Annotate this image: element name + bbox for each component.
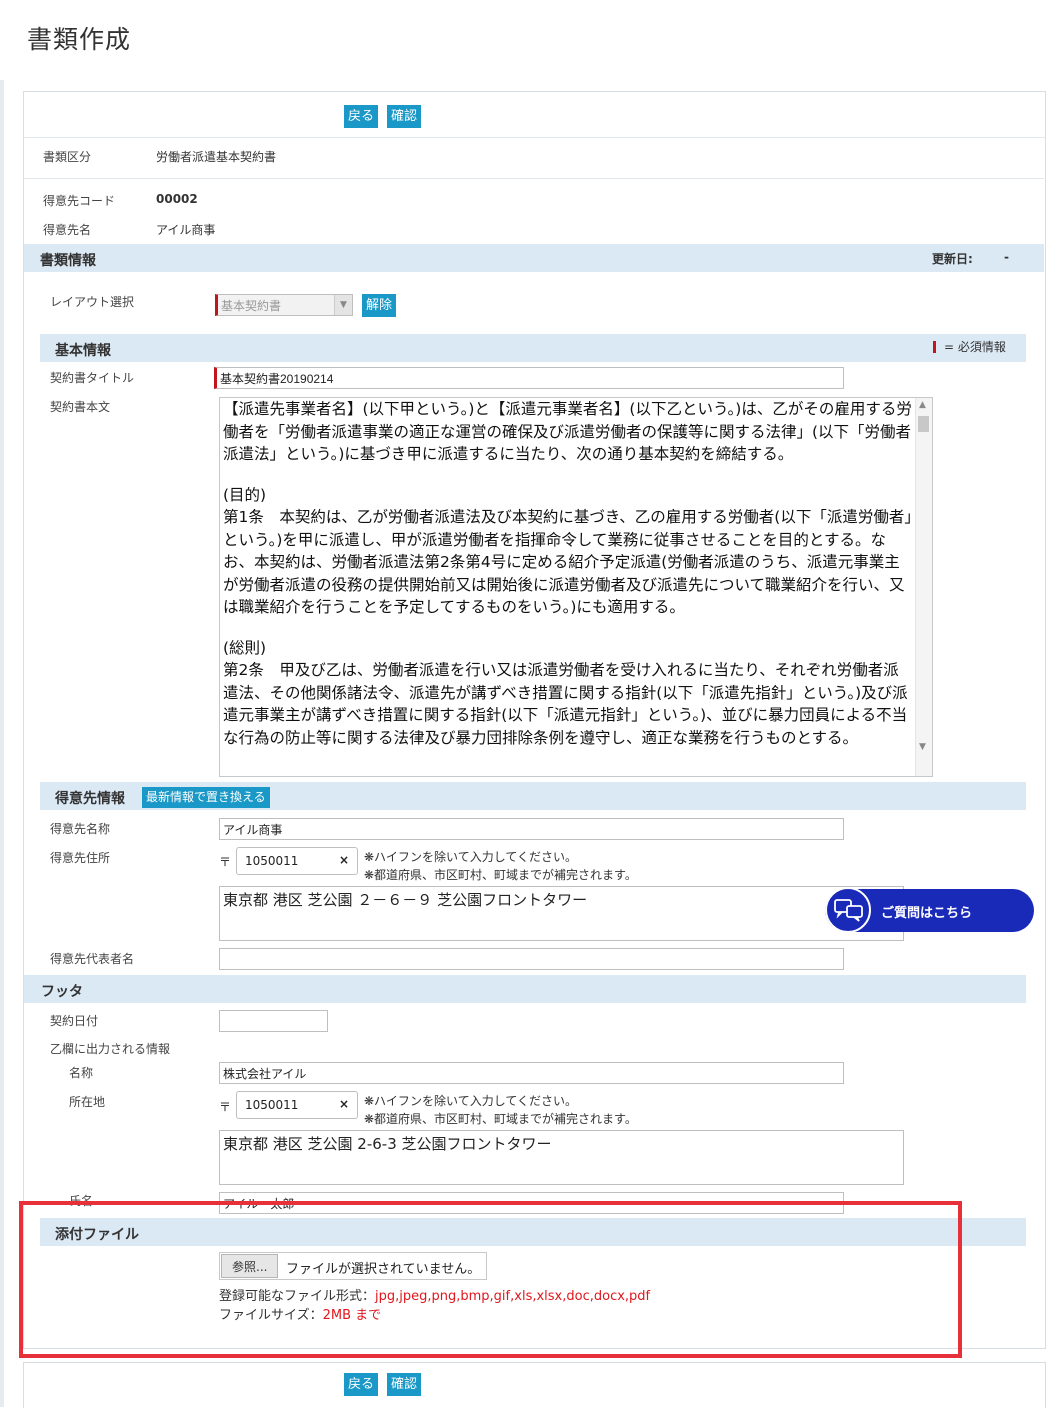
body-heading: (総則) [223,638,267,657]
chevron-down-icon: ▼ [334,295,352,315]
customer-name-value: アイル商事 [156,223,216,237]
chat-label: ご質問はこちら [881,906,973,921]
company-name-label: 名称 [69,1066,94,1080]
chat-widget[interactable]: ご質問はこちら [825,887,1034,933]
footer-section [24,975,1026,1003]
footer-title: フッタ [41,984,83,1000]
customer-rep-input[interactable] [219,948,844,970]
customer-code-label: 得意先コード [43,194,116,208]
customer-code-value: 00002 [156,192,198,206]
customer-address-label: 得意先住所 [50,851,111,865]
footer-address-textarea[interactable]: 東京都 港区 芝公園 2-6-3 芝公園フロントタワー [219,1130,904,1185]
zip-note-2: ❋都道府県、市区町村、町域までが補完されます。 [364,1112,637,1126]
customer-name-label: 得意先名 [43,223,92,237]
footer-zip-input[interactable]: 1050011 × [236,1091,358,1119]
company-name-input[interactable] [219,1062,844,1084]
required-marker [933,341,936,353]
highlight-box [19,1201,962,1358]
customer-fullname-input[interactable] [219,818,844,840]
body-heading: (目的) [223,485,267,504]
top-action-panel [23,91,1046,138]
contract-body-label: 契約書本文 [50,400,111,414]
contract-date-label: 契約日付 [50,1014,99,1028]
zip-mark: 〒 [219,855,232,869]
body-paragraph: 【派遣先事業者名】(以下甲という。)と【派遣元事業者名】(以下乙という。)は、乙… [223,400,912,463]
location-label: 所在地 [69,1095,106,1109]
doc-info-section [24,244,1044,272]
customer-info-title: 得意先情報 [55,791,125,807]
basic-info-title: 基本情報 [55,343,111,359]
back-button[interactable]: 戻る [344,105,379,128]
contract-body-textarea[interactable]: 【派遣先事業者名】(以下甲という。)と【派遣元事業者名】(以下乙という。)は、乙… [219,397,933,777]
zip-note-1: ❋ハイフンを除いて入力してください。 [364,850,577,864]
updated-label: 更新日: [932,252,973,266]
divider [24,178,1044,179]
chevron-down-icon: ▼ [919,742,926,752]
contract-date-input[interactable] [219,1010,328,1032]
zip-note-2: ❋都道府県、市区町村、町域までが補完されます。 [364,868,637,882]
doc-info-title: 書類情報 [40,253,96,269]
release-button[interactable]: 解除 [362,294,397,317]
updated-value: - [1004,250,1009,264]
chevron-up-icon: ▲ [919,400,926,410]
confirm-button[interactable]: 確認 [387,1373,422,1396]
page-title: 書類作成 [27,25,132,54]
zip-value: 1050011 [245,854,299,868]
zip-mark: 〒 [219,1100,232,1114]
body-paragraph: 第1条 本契約は、乙が労働者派遣法及び本契約に基づき、乙の雇用する労働者(以下「… [223,508,913,616]
close-icon[interactable]: × [339,853,349,867]
layout-select-value: 基本契約書 [221,299,282,313]
layout-label: レイアウト選択 [50,295,135,309]
doc-type-label: 書類区分 [43,150,92,164]
required-legend: = 必須情報 [944,340,1006,354]
doc-type-value: 労働者派遣基本契約書 [156,150,277,164]
refresh-customer-button[interactable]: 最新情報で置き換える [142,787,270,808]
layout-select[interactable]: 基本契約書 ▼ [215,294,353,316]
b-info-label: 乙欄に出力される情報 [50,1042,171,1056]
zip-value: 1050011 [245,1098,299,1112]
contract-title-label: 契約書タイトル [50,371,135,385]
basic-info-section [40,334,1026,362]
scrollbar-thumb[interactable] [918,416,929,432]
customer-rep-label: 得意先代表者名 [50,952,135,966]
chat-bubbles-icon [825,887,871,933]
zip-note-1: ❋ハイフンを除いて入力してください。 [364,1094,577,1108]
left-rail [0,80,4,1407]
contract-title-input[interactable] [214,367,844,389]
close-icon[interactable]: × [339,1097,349,1111]
back-button[interactable]: 戻る [344,1373,379,1396]
textarea-scrollbar[interactable]: ▲ ▼ [915,398,932,776]
customer-zip-input[interactable]: 1050011 × [236,847,358,875]
confirm-button[interactable]: 確認 [387,105,422,128]
body-paragraph: 第2条 甲及び乙は、労働者派遣を行い又は派遣労働者を受け入れるに当たり、それぞれ… [223,661,908,747]
customer-address-textarea[interactable]: 東京都 港区 芝公園 ２－６－９ 芝公園フロントタワー [219,886,904,941]
bottom-action-panel [23,1362,1046,1408]
customer-fullname-label: 得意先名称 [50,822,111,836]
